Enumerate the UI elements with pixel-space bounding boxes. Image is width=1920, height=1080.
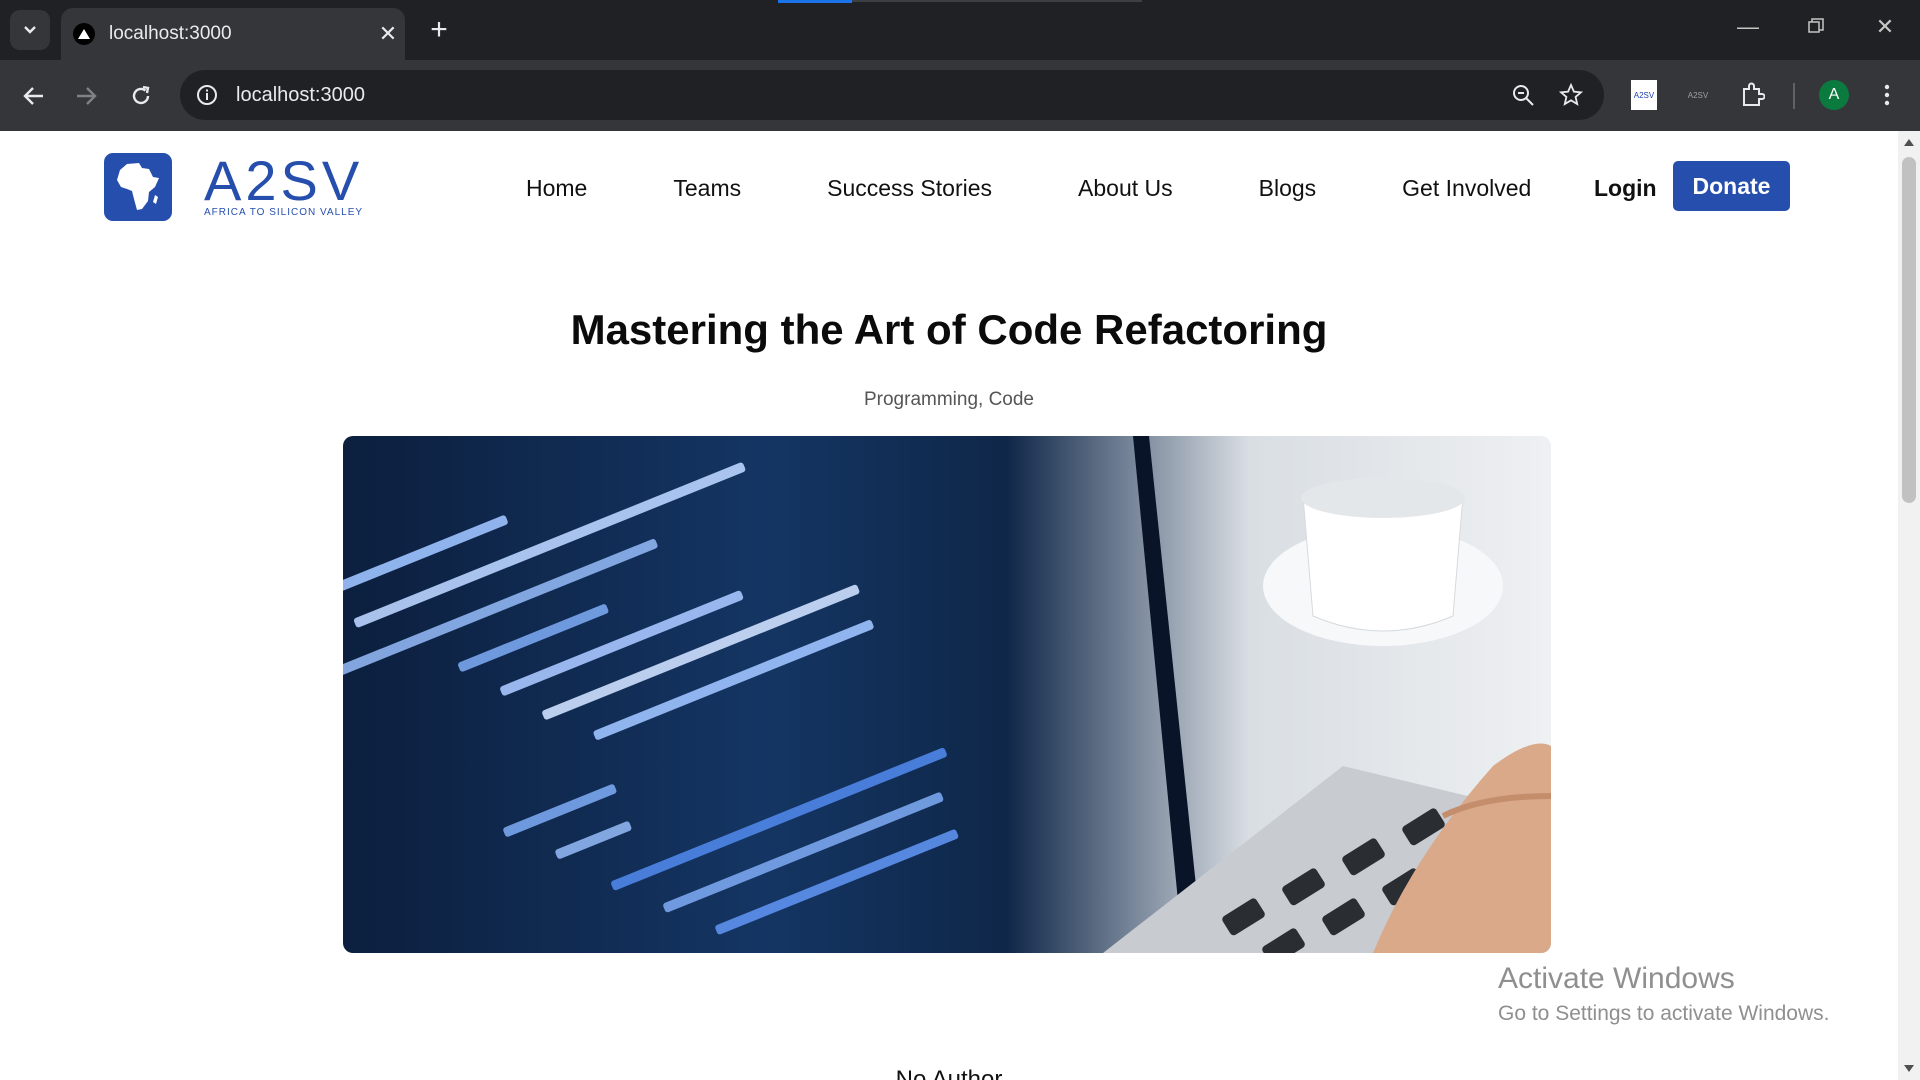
url-text[interactable]: localhost:3000	[236, 84, 1508, 107]
nav-about-us[interactable]: About Us	[1078, 175, 1173, 202]
reload-icon	[132, 85, 150, 105]
minimize-icon[interactable]: —	[1728, 14, 1768, 40]
back-button[interactable]	[14, 76, 54, 116]
activate-subtitle: Go to Settings to activate Windows.	[1498, 1002, 1830, 1025]
extensions-puzzle-icon[interactable]	[1738, 80, 1768, 110]
post-hero-image	[343, 436, 1551, 953]
close-tab-icon[interactable]: ✕	[371, 21, 405, 47]
vercel-favicon-icon	[73, 23, 95, 45]
nav-get-involved[interactable]: Get Involved	[1402, 175, 1531, 202]
arrow-left-icon	[23, 87, 43, 105]
scroll-down-icon[interactable]	[1904, 1065, 1914, 1072]
zoom-icon[interactable]	[1508, 80, 1538, 110]
restore-icon[interactable]	[1796, 14, 1836, 40]
author-name-partial: No Author	[895, 1066, 1003, 1080]
nav-home[interactable]: Home	[526, 175, 587, 202]
reload-button[interactable]	[121, 76, 161, 116]
tab-search-button[interactable]	[10, 10, 50, 50]
chevron-down-icon	[24, 26, 36, 34]
profile-avatar[interactable]: A	[1819, 80, 1849, 110]
arrow-right-icon	[77, 87, 97, 105]
browser-toolbar: localhost:3000 A2SV A2SV A	[0, 60, 1920, 131]
a2sv-extension-icon[interactable]: A2SV	[1631, 80, 1657, 110]
close-window-icon[interactable]: ✕	[1865, 14, 1905, 40]
a2sv-extension-icon-secondary[interactable]: A2SV	[1683, 80, 1713, 110]
windows-activation-watermark: Activate Windows Go to Settings to activ…	[1498, 962, 1830, 1026]
nav-blogs[interactable]: Blogs	[1259, 175, 1317, 202]
site-header: A2SV AFRICA TO SILICON VALLEY Home Teams…	[0, 131, 1898, 241]
page-scrollbar[interactable]	[1898, 131, 1920, 1080]
bookmark-star-icon[interactable]	[1556, 80, 1586, 110]
post-tags: Programming, Code	[863, 389, 1035, 410]
scrollbar-thumb[interactable]	[1902, 157, 1916, 503]
address-bar[interactable]: localhost:3000	[180, 70, 1604, 120]
toolbar-divider	[1793, 83, 1795, 109]
africa-logo-icon[interactable]	[104, 153, 172, 221]
donate-button[interactable]: Donate	[1673, 161, 1790, 211]
site-logo[interactable]: A2SV AFRICA TO SILICON VALLEY	[204, 153, 374, 223]
page-viewport: A2SV AFRICA TO SILICON VALLEY Home Teams…	[0, 131, 1898, 1080]
browser-tab-active[interactable]: localhost:3000 ✕	[61, 8, 405, 60]
new-tab-button[interactable]: +	[422, 13, 456, 47]
loading-track	[852, 0, 1142, 2]
site-info-icon[interactable]	[196, 84, 218, 106]
post-title: Mastering the Art of Code Refactoring	[570, 306, 1328, 353]
nav-teams[interactable]: Teams	[673, 175, 741, 202]
login-link[interactable]: Login	[1594, 175, 1657, 202]
nav-success-stories[interactable]: Success Stories	[827, 175, 992, 202]
more-menu-icon[interactable]	[1872, 80, 1902, 110]
main-nav: Home Teams Success Stories About Us Blog…	[526, 175, 1531, 202]
activate-title: Activate Windows	[1498, 962, 1735, 995]
forward-button[interactable]	[66, 76, 106, 116]
tab-title: localhost:3000	[109, 23, 232, 44]
logo-tagline: AFRICA TO SILICON VALLEY	[204, 207, 364, 218]
browser-tab-strip: localhost:3000 ✕ + — ✕	[0, 0, 1920, 60]
loading-indicator	[778, 0, 852, 3]
logo-wordmark: A2SV	[204, 149, 364, 212]
scroll-up-icon[interactable]	[1904, 139, 1914, 146]
